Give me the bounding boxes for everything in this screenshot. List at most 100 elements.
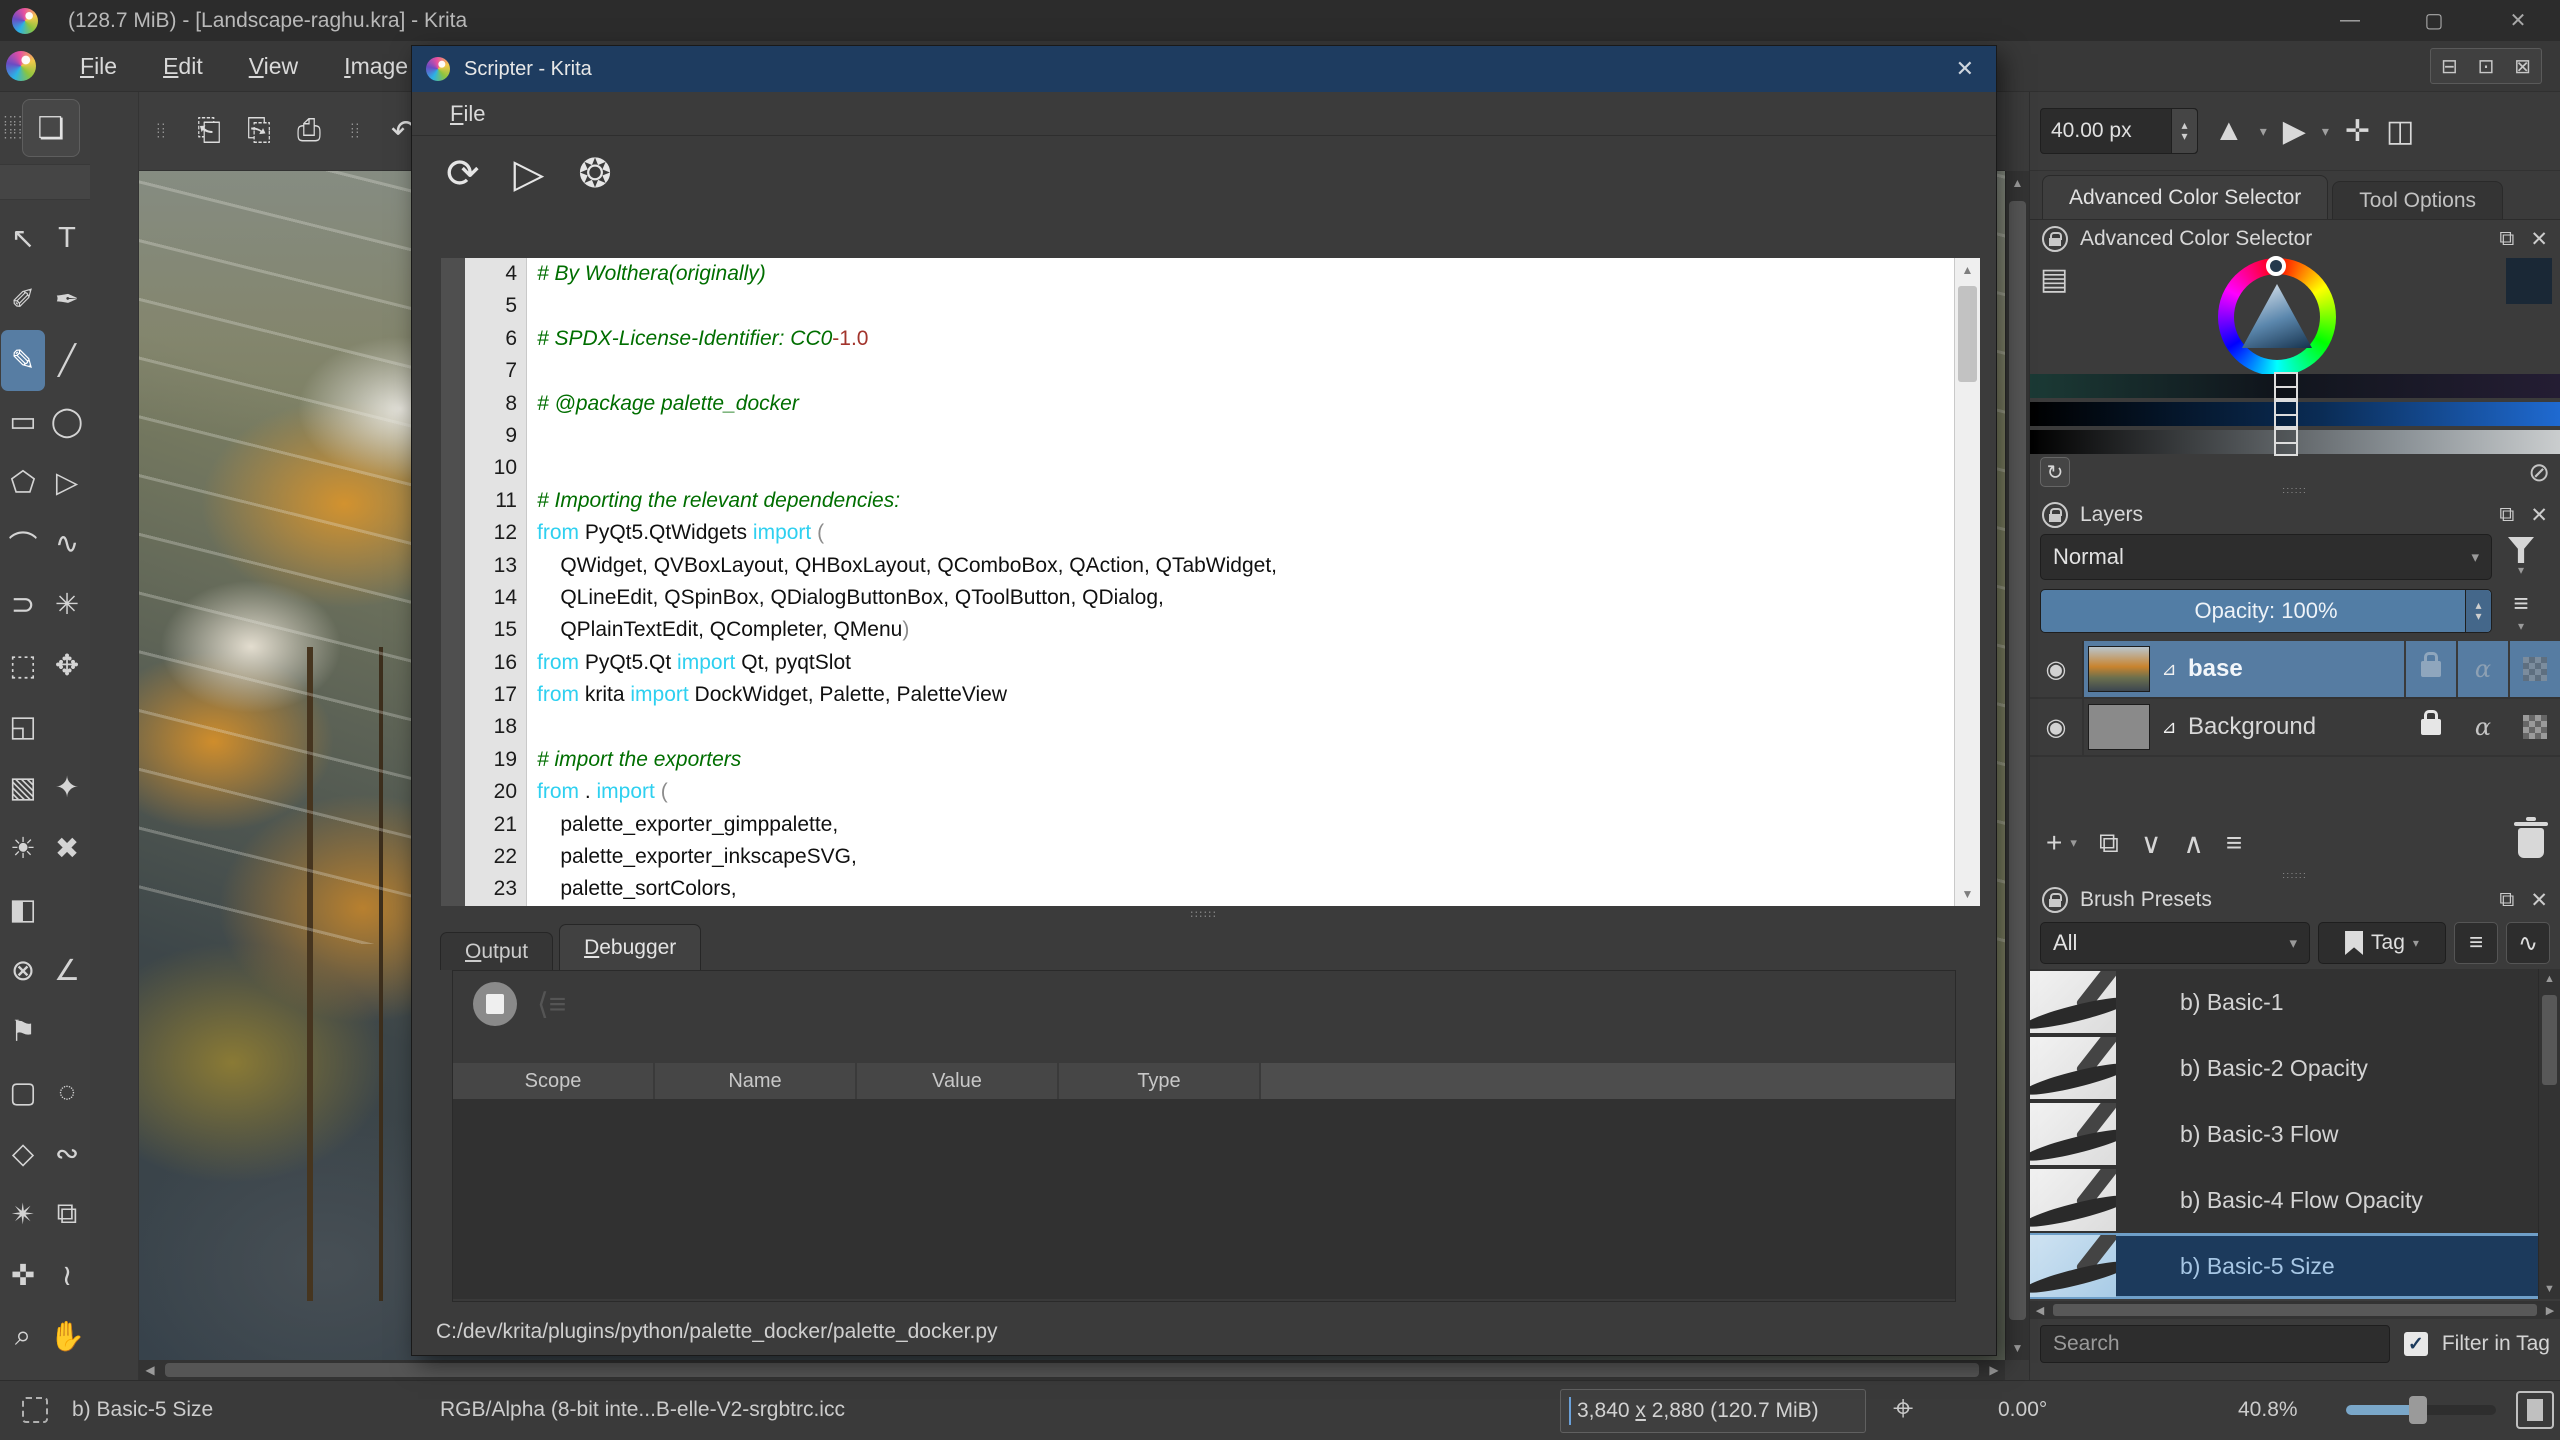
zoom-fit-button[interactable] [2516, 1391, 2554, 1429]
layer-filter-button[interactable]: ▾ [2492, 537, 2550, 577]
inherit-alpha-icon[interactable]: ⊿ [2150, 641, 2188, 697]
scroll-right-icon[interactable]: ▶ [2540, 1304, 2560, 1317]
fill-tool[interactable]: ◧ [1, 879, 45, 940]
assistants-tool[interactable]: ⊗ [1, 940, 45, 1001]
stop-debug-icon[interactable] [473, 982, 517, 1026]
scripter-file-menu[interactable]: File [450, 101, 485, 127]
add-layer-icon[interactable]: + [2046, 827, 2062, 859]
layer-alpha-inherit-cell[interactable] [2508, 699, 2560, 755]
layer-alpha-cell[interactable]: α [2456, 699, 2508, 755]
scroll-up-icon[interactable]: ▲ [2006, 171, 2029, 195]
value-slider[interactable] [2030, 430, 2560, 454]
checkerboard-icon[interactable] [2523, 657, 2547, 681]
brush-size-value[interactable]: 40.00 px [2041, 119, 2171, 143]
mirror-vertical-icon[interactable]: ▲ [2214, 114, 2244, 148]
scroll-left-icon[interactable]: ◀ [139, 1363, 161, 1377]
similar-select-tool[interactable]: ✴ [1, 1184, 45, 1245]
transform-tool[interactable]: ⬚ [1, 635, 45, 696]
magnetic-select-tool[interactable]: ≀ [45, 1245, 89, 1306]
close-window-icon[interactable]: ✕ [2504, 8, 2532, 33]
ellipse-tool[interactable]: ◯ [45, 391, 89, 452]
debugger-column-name[interactable]: Name [655, 1063, 857, 1099]
preset-row[interactable]: b) Basic-1 [2030, 969, 2560, 1035]
tag-button[interactable]: Tag ▾ [2318, 922, 2446, 964]
scroll-down-icon[interactable]: ▼ [2006, 1336, 2029, 1360]
menu-item-edit[interactable]: Edit [163, 53, 203, 80]
scroll-up-icon[interactable]: ▲ [2539, 969, 2560, 989]
scripter-titlebar[interactable]: Scripter - Krita ✕ [412, 46, 1996, 92]
float-docker-icon[interactable]: ⧉ [2499, 503, 2514, 527]
menu-item-file[interactable]: File [80, 53, 117, 80]
new-document-icon[interactable]: ⎗ [197, 114, 221, 148]
alpha-lock-icon[interactable]: α [2475, 655, 2491, 683]
debug-script-icon[interactable]: ❂ [578, 151, 612, 197]
rectangle-tool[interactable]: ▭ [1, 391, 45, 452]
mdi-close-icon[interactable]: ⊠ [2514, 54, 2531, 79]
debugger-column-scope[interactable]: Scope [453, 1063, 655, 1099]
preset-search-input[interactable] [2040, 1325, 2390, 1363]
docker-resize-handle[interactable]: ∷∷∷ [2030, 871, 2560, 881]
menu-item-view[interactable]: View [249, 53, 298, 80]
preset-row[interactable]: b) Basic-3 Flow [2030, 1101, 2560, 1167]
color-wheel[interactable] [2218, 258, 2336, 376]
brush-size-spinbox[interactable]: 40.00 px ▴ ▾ [2040, 108, 2198, 154]
zoom-slider-knob[interactable] [2409, 1396, 2427, 1424]
minimize-window-icon[interactable]: — [2336, 9, 2364, 32]
lock-icon[interactable] [2421, 719, 2441, 735]
saturation-slider[interactable] [2030, 402, 2560, 426]
save-document-icon[interactable]: ⎙ [297, 114, 321, 148]
tab-advanced-color-selector[interactable]: Advanced Color Selector [2042, 175, 2328, 219]
value-slider-handle[interactable] [2274, 428, 2298, 456]
scripter-close-icon[interactable]: ✕ [1948, 56, 1982, 82]
toolbox-drag-handle[interactable]: ∷∷∷∷∷∷ [4, 116, 18, 140]
spin-down-icon[interactable]: ▾ [2475, 611, 2481, 622]
debugger-column-value[interactable]: Value [857, 1063, 1059, 1099]
shade-brush-tool[interactable]: ☀ [1, 818, 45, 879]
brush-tip-display-button[interactable]: ∿ [2506, 922, 2550, 964]
layer-options-button[interactable]: ≡ ▾ [2492, 588, 2550, 633]
float-docker-icon[interactable]: ⧉ [2499, 888, 2514, 912]
color-triangle[interactable] [2242, 284, 2312, 348]
layer-row-base[interactable]: ◉⊿baseα [2030, 641, 2560, 699]
visibility-eye-icon[interactable]: ◉ [2030, 699, 2084, 755]
tab-debugger[interactable]: Debugger [559, 924, 701, 970]
delete-layer-icon[interactable] [2518, 828, 2544, 858]
mirror-horizontal-icon[interactable]: ▶ [2283, 114, 2306, 149]
add-layer-caret-icon[interactable]: ▾ [2070, 835, 2077, 851]
tab-tool-options[interactable]: Tool Options [2332, 181, 2503, 219]
layer-properties-icon[interactable]: ≡ [2226, 827, 2242, 859]
preset-row[interactable]: b) Basic-2 Opacity [2030, 1035, 2560, 1101]
preset-row[interactable]: b) Basic-5 Size [2030, 1233, 2560, 1299]
select-shapes-tool[interactable]: ↖ [1, 208, 45, 269]
color-wheel-indicator[interactable] [2266, 256, 2286, 276]
mirror-vertical-caret-icon[interactable]: ▾ [2260, 123, 2267, 140]
scroll-left-icon[interactable]: ◀ [2030, 1304, 2050, 1317]
edit-shapes-tool[interactable]: ✐ [1, 269, 45, 330]
dynamic-brush-tool[interactable]: ⊃ [1, 574, 45, 635]
layer-row-background[interactable]: ◉⊿Backgroundα [2030, 699, 2560, 757]
text-tool[interactable]: T [45, 208, 89, 269]
docker-lock-icon[interactable] [2042, 226, 2068, 252]
menu-item-image[interactable]: Image [344, 53, 408, 80]
blend-mode-dropdown[interactable]: Normal ▾ [2040, 534, 2492, 580]
polygon-select-tool[interactable]: ◇ [1, 1123, 45, 1184]
breakpoint-gutter[interactable] [441, 258, 465, 906]
enclose-fill-tool[interactable]: ⧉ [45, 1184, 89, 1245]
alpha-lock-icon[interactable]: α [2475, 713, 2491, 741]
preset-horizontal-scrollbar[interactable]: ◀ ▶ [2030, 1301, 2560, 1319]
close-docker-icon[interactable]: ✕ [2530, 503, 2548, 528]
code-text[interactable]: # By Wolthera(originally)# SPDX-License-… [527, 258, 1954, 906]
bezier-curve-tool[interactable]: ⌒ [1, 513, 45, 574]
scroll-down-icon[interactable]: ▼ [1955, 882, 1980, 906]
polyline-tool[interactable]: ▷ [45, 452, 89, 513]
docker-lock-icon[interactable] [2042, 887, 2068, 913]
calligraphy-tool[interactable]: ✒ [45, 269, 89, 330]
crop-tool[interactable]: ◱ [1, 696, 45, 757]
code-editor[interactable]: 4567891011121314151617181920212223 # By … [441, 258, 1980, 906]
rect-select-tool[interactable]: ▢ [1, 1062, 45, 1123]
rotation-icon[interactable]: ⌖ [1893, 1387, 1913, 1430]
spin-down-icon[interactable]: ▾ [2181, 131, 2187, 142]
docker-lock-icon[interactable] [2042, 502, 2068, 528]
mirror-horizontal-caret-icon[interactable]: ▾ [2322, 123, 2329, 140]
wrap-around-icon[interactable]: ✛ [2345, 114, 2370, 149]
